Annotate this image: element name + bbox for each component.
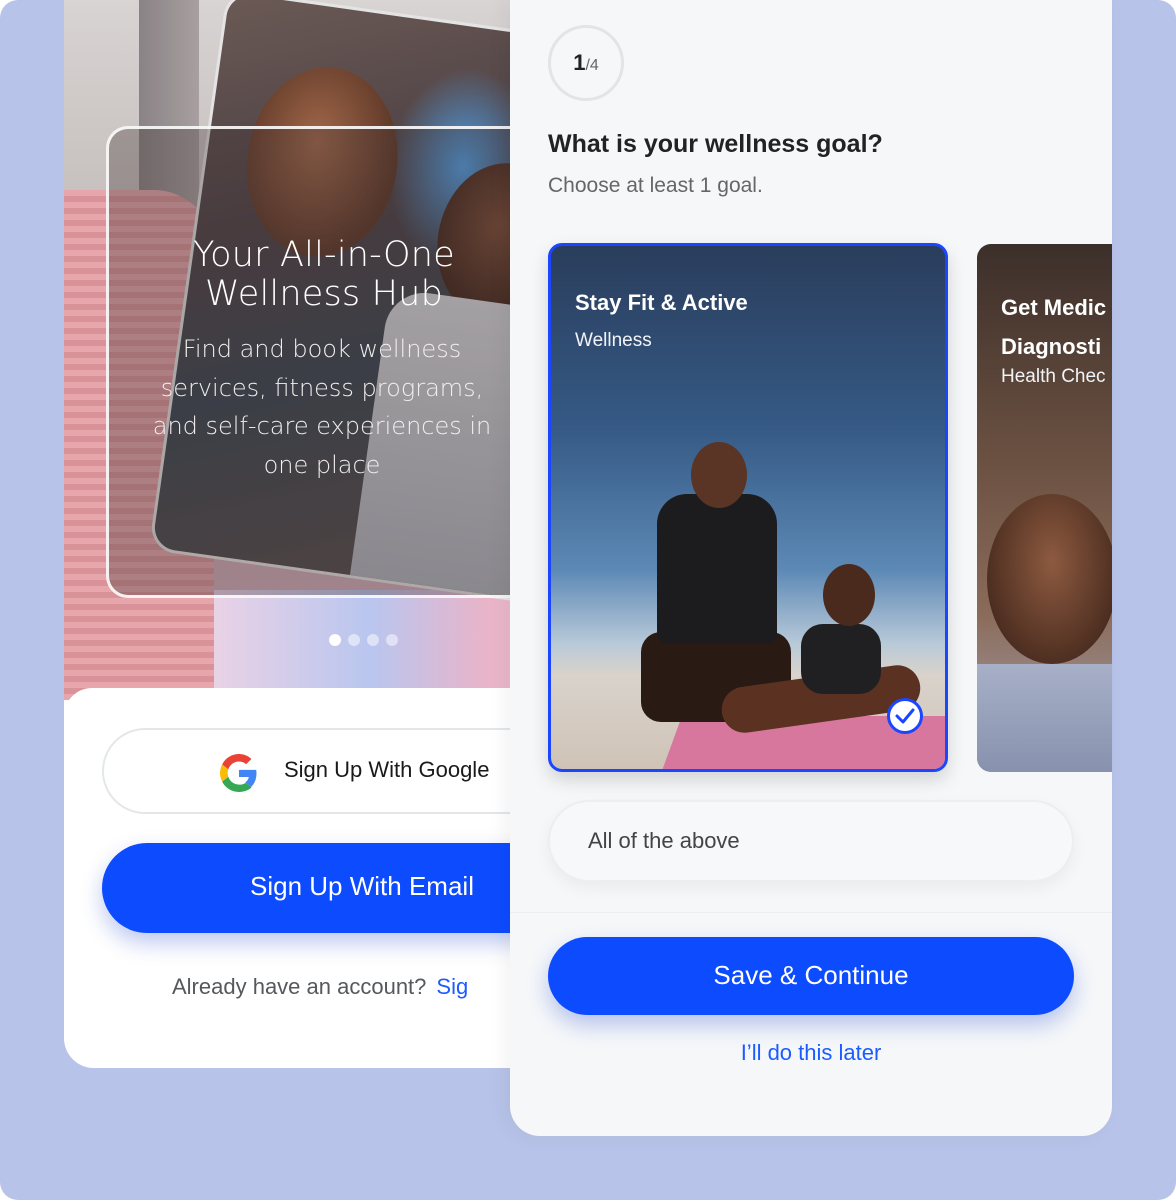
carousel-dot-1[interactable] <box>329 634 341 646</box>
google-signup-label: Sign Up With Google <box>284 757 490 782</box>
footer-divider <box>510 912 1112 913</box>
carousel-dot-4[interactable] <box>386 634 398 646</box>
google-signup-button[interactable]: Sign Up With Google <box>102 728 572 814</box>
goal-photo-woman-body <box>801 624 881 694</box>
question-title: What is your wellness goal? <box>548 130 883 158</box>
account-prompt-text: Already have an account? <box>172 974 427 999</box>
hero-description: Find and book wellness services, fitness… <box>152 335 492 479</box>
question-hint: Choose at least 1 goal. <box>548 174 763 197</box>
carousel-dot-3[interactable] <box>367 634 379 646</box>
goal-selection-screen: 1/4 What is your wellness goal? Choose a… <box>510 0 1112 1136</box>
goal-card-title-line2: Diagnosti <box>1001 334 1102 359</box>
goal-photo-man-body <box>657 494 777 644</box>
goal-card-stay-fit[interactable]: Stay Fit & Active Wellness <box>548 243 948 772</box>
goal-photo-woman-face <box>987 494 1112 664</box>
hero-title: Your All-in-One Wellness Hub <box>193 235 455 314</box>
all-of-the-above-label: All of the above <box>588 828 740 853</box>
goal-card-title: Stay Fit & Active <box>575 290 748 315</box>
do-later-link[interactable]: I’ll do this later <box>510 1040 1112 1066</box>
signin-link[interactable]: Sig <box>436 974 468 999</box>
goal-card-title: Get Medic Diagnosti <box>1001 288 1106 366</box>
save-continue-label: Save & Continue <box>713 960 909 990</box>
goal-card-category: Health Chec <box>1001 366 1106 387</box>
step-indicator: 1/4 <box>548 25 624 101</box>
goal-card-category: Wellness <box>575 330 652 351</box>
email-signup-button[interactable]: Sign Up With Email <box>102 843 572 933</box>
carousel-dot-2[interactable] <box>348 634 360 646</box>
selected-check-icon <box>887 698 923 734</box>
goal-card-title-line1: Get Medic <box>1001 295 1107 320</box>
step-current: 1 <box>573 50 586 75</box>
step-total: /4 <box>585 57 599 74</box>
goal-card-medical-diagnostics[interactable]: Get Medic Diagnosti Health Chec <box>977 244 1112 772</box>
goal-photo-robe <box>977 664 1112 772</box>
goal-photo-man-head <box>691 442 747 508</box>
google-g-icon <box>220 754 257 792</box>
save-continue-button[interactable]: Save & Continue <box>548 937 1074 1015</box>
all-of-the-above-option[interactable]: All of the above <box>548 800 1074 882</box>
goal-photo-woman-head <box>823 564 875 626</box>
account-prompt-row: Already have an account? Sig <box>172 974 468 1000</box>
carousel-dots <box>329 634 398 646</box>
